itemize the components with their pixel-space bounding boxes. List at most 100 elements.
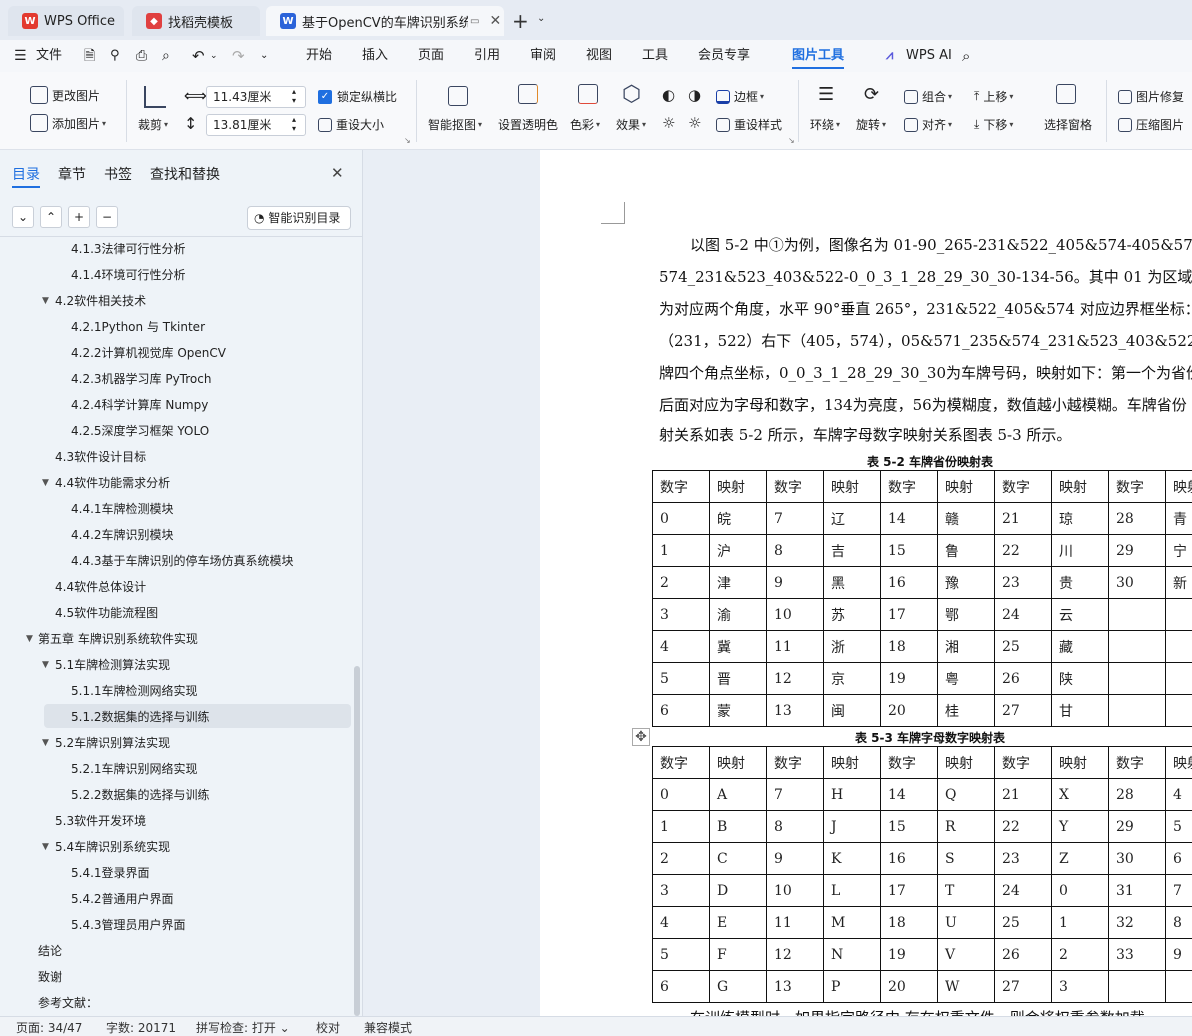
table-cell[interactable]: 数字 bbox=[994, 470, 1052, 503]
menu-references[interactable]: 引用 bbox=[474, 40, 500, 72]
menu-view[interactable]: 视图 bbox=[586, 40, 612, 72]
table-cell[interactable] bbox=[1165, 970, 1192, 1003]
table-cell[interactable]: 映射 bbox=[709, 746, 767, 779]
table-cell[interactable]: 数字 bbox=[994, 746, 1052, 779]
table-cell[interactable] bbox=[1108, 970, 1166, 1003]
table-cell[interactable]: 湘 bbox=[937, 630, 995, 663]
table-cell[interactable]: 4 bbox=[652, 630, 710, 663]
table-cell[interactable]: 33 bbox=[1108, 938, 1166, 971]
smart-cutout-button[interactable]: 智能抠图 ▾ bbox=[428, 116, 482, 133]
table-cell[interactable]: 1 bbox=[652, 534, 710, 567]
table-cell[interactable]: 藏 bbox=[1051, 630, 1109, 663]
table-cell[interactable]: H bbox=[823, 778, 881, 811]
toc-item[interactable]: 4.2.2计算机视觉库 OpenCV bbox=[71, 342, 226, 364]
table-cell[interactable]: 0 bbox=[652, 778, 710, 811]
lock-ratio-checkbox[interactable]: ✓ 锁定纵横比 bbox=[318, 88, 397, 105]
toc-item[interactable]: 5.1.2数据集的选择与训练 bbox=[71, 706, 210, 728]
tab-list-chevron-icon[interactable]: ⌄ bbox=[537, 13, 545, 24]
toc-item[interactable]: 4.2.1Python 与 Tkinter bbox=[71, 316, 205, 338]
table-cell[interactable]: 川 bbox=[1051, 534, 1109, 567]
table-cell[interactable]: 26 bbox=[994, 938, 1052, 971]
toc-item[interactable]: 4.1.3法律可行性分析 bbox=[71, 238, 186, 260]
change-image-button[interactable]: 更改图片 bbox=[30, 86, 100, 104]
table-cell[interactable]: 映射 bbox=[823, 746, 881, 779]
table-cell[interactable]: Y bbox=[1051, 810, 1109, 843]
table-cell[interactable]: 30 bbox=[1108, 842, 1166, 875]
toc-item[interactable]: 4.4.3基于车牌识别的停车场仿真系统模块 bbox=[71, 550, 294, 572]
table-cell[interactable]: C bbox=[709, 842, 767, 875]
tab-bookmarks[interactable]: 书签 bbox=[104, 164, 132, 184]
size-dialog-launcher-icon[interactable]: ↘ bbox=[404, 136, 411, 145]
toc-item[interactable]: 4.4软件总体设计 bbox=[55, 576, 146, 598]
expand-chevron-up-icon[interactable]: ⌃ bbox=[40, 206, 62, 228]
table-cell[interactable]: 23 bbox=[994, 566, 1052, 599]
set-transparent-button[interactable]: 设置透明色 bbox=[498, 116, 558, 133]
reset-style-button[interactable]: 重设样式 bbox=[716, 116, 782, 133]
table-cell[interactable]: 映射 bbox=[937, 470, 995, 503]
quick-access-chevron-icon[interactable]: ⌄ bbox=[260, 40, 268, 72]
table-cell[interactable]: 青 bbox=[1165, 502, 1192, 535]
table-cell[interactable]: 7 bbox=[766, 778, 824, 811]
table-cell[interactable]: X bbox=[1051, 778, 1109, 811]
menu-member[interactable]: 会员专享 bbox=[698, 40, 750, 72]
table-cell[interactable]: 7 bbox=[1165, 874, 1192, 907]
menu-file[interactable]: 文件 bbox=[36, 40, 62, 72]
move-down-button[interactable]: ⤓ 下移 ▾ bbox=[974, 116, 1013, 133]
menu-insert[interactable]: 插入 bbox=[362, 40, 388, 72]
table-cell[interactable]: T bbox=[937, 874, 995, 907]
effects-button[interactable]: 效果 ▾ bbox=[616, 116, 646, 133]
table-cell[interactable]: 闽 bbox=[823, 694, 881, 727]
rotate-button[interactable]: 旋转 ▾ bbox=[856, 116, 886, 133]
undo-icon[interactable]: ↶ bbox=[192, 40, 205, 72]
print-preview-icon[interactable]: ⌕ bbox=[162, 40, 170, 72]
menu-home[interactable]: 开始 bbox=[306, 40, 332, 72]
table-cell[interactable]: 数字 bbox=[1108, 746, 1166, 779]
table-cell[interactable]: G bbox=[709, 970, 767, 1003]
crop-icon[interactable] bbox=[144, 86, 166, 108]
table-cell[interactable]: 映射 bbox=[1165, 470, 1192, 503]
table-cell[interactable]: 苏 bbox=[823, 598, 881, 631]
remove-heading-icon[interactable]: − bbox=[96, 206, 118, 228]
table-cell[interactable]: 数字 bbox=[1108, 470, 1166, 503]
page-indicator[interactable]: 页面: 34/47 bbox=[16, 1019, 82, 1036]
table-cell[interactable]: 沪 bbox=[709, 534, 767, 567]
table-cell[interactable]: 24 bbox=[994, 598, 1052, 631]
link-icon[interactable]: ⚲ bbox=[110, 40, 120, 72]
table-cell[interactable]: 30 bbox=[1108, 566, 1166, 599]
table-cell[interactable]: 豫 bbox=[937, 566, 995, 599]
table-cell[interactable]: 甘 bbox=[1051, 694, 1109, 727]
table-cell[interactable]: 13 bbox=[766, 694, 824, 727]
table-cell[interactable] bbox=[1165, 630, 1192, 663]
toc-item[interactable]: 5.2车牌识别算法实现 bbox=[55, 732, 170, 754]
table-cell[interactable] bbox=[1108, 694, 1166, 727]
close-tab-icon[interactable]: ✕ bbox=[489, 13, 501, 29]
table-cell[interactable]: 粤 bbox=[937, 662, 995, 695]
table-cell[interactable]: 贵 bbox=[1051, 566, 1109, 599]
table-cell[interactable]: E bbox=[709, 906, 767, 939]
selection-pane-button[interactable]: 选择窗格 bbox=[1044, 116, 1092, 133]
width-input[interactable]: 11.43厘米 bbox=[206, 86, 306, 108]
table-cell[interactable]: 数字 bbox=[652, 746, 710, 779]
wrap-button[interactable]: 环绕 ▾ bbox=[810, 116, 840, 133]
tab-toc[interactable]: 目录 bbox=[12, 164, 40, 184]
new-tab-icon[interactable]: + bbox=[512, 9, 529, 33]
tab-document[interactable]: W 基于OpenCV的车牌识别系统 ▭ ✕ bbox=[266, 6, 504, 36]
table-cell[interactable]: 宁 bbox=[1165, 534, 1192, 567]
table-cell[interactable]: 4 bbox=[1165, 778, 1192, 811]
table-cell[interactable]: 10 bbox=[766, 598, 824, 631]
table-cell[interactable]: D bbox=[709, 874, 767, 907]
table-cell[interactable]: 云 bbox=[1051, 598, 1109, 631]
word-count[interactable]: 字数: 20171 bbox=[106, 1019, 176, 1036]
toc-scrollbar[interactable] bbox=[354, 666, 360, 1016]
table-cell[interactable]: Z bbox=[1051, 842, 1109, 875]
toc-item[interactable]: 5.3软件开发环境 bbox=[55, 810, 146, 832]
height-input[interactable]: 13.81厘米 bbox=[206, 114, 306, 136]
table-cell[interactable]: 24 bbox=[994, 874, 1052, 907]
table-cell[interactable]: 映射 bbox=[1051, 470, 1109, 503]
table-cell[interactable]: 陕 bbox=[1051, 662, 1109, 695]
table-cell[interactable]: 8 bbox=[1165, 906, 1192, 939]
table-cell[interactable]: 10 bbox=[766, 874, 824, 907]
table-cell[interactable]: 23 bbox=[994, 842, 1052, 875]
table-cell[interactable]: 20 bbox=[880, 694, 938, 727]
width-spinner-icon[interactable]: ▴ ▾ bbox=[292, 87, 296, 105]
